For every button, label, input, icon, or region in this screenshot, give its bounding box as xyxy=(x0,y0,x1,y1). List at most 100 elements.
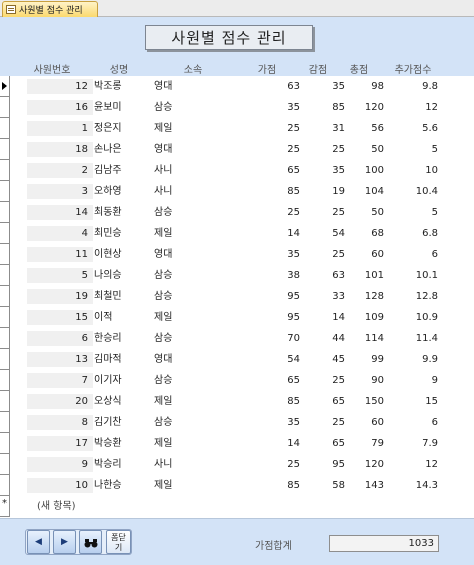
plus-points-cell[interactable]: 25 xyxy=(252,202,300,223)
extra-points-cell[interactable]: 5.6 xyxy=(384,118,438,139)
extra-points-cell[interactable]: 10.1 xyxy=(384,265,438,286)
name-cell[interactable]: 이기자 xyxy=(94,370,122,391)
next-record-button[interactable]: ▶ xyxy=(53,530,76,554)
department-cell[interactable]: 삼승 xyxy=(154,97,172,118)
employee-id-cell[interactable]: 18 xyxy=(27,142,93,157)
plus-points-cell[interactable]: 25 xyxy=(252,139,300,160)
total-cell[interactable]: 150 xyxy=(346,391,384,412)
record-selector[interactable] xyxy=(0,181,10,202)
name-cell[interactable]: 김마적 xyxy=(94,349,122,370)
minus-points-cell[interactable]: 65 xyxy=(303,391,345,412)
table-row[interactable]: 2 김남주 사니 65 35 100 10 xyxy=(10,160,474,181)
find-record-button[interactable] xyxy=(79,530,102,554)
record-selector[interactable] xyxy=(0,286,10,307)
employee-id-cell[interactable]: 12 xyxy=(27,79,93,94)
department-cell[interactable]: 제일 xyxy=(154,307,172,328)
plus-points-cell[interactable]: 14 xyxy=(252,433,300,454)
name-cell[interactable]: 박승환 xyxy=(94,433,122,454)
department-cell[interactable]: 삼승 xyxy=(154,265,172,286)
minus-points-cell[interactable]: 25 xyxy=(303,370,345,391)
current-record-selector[interactable] xyxy=(0,76,10,97)
extra-points-cell[interactable]: 9 xyxy=(384,370,438,391)
name-cell[interactable]: 오하영 xyxy=(94,181,122,202)
employee-id-cell[interactable]: 11 xyxy=(27,247,93,262)
employee-id-cell[interactable]: 10 xyxy=(27,478,93,493)
table-row[interactable]: 9 박승리 사니 25 95 120 12 xyxy=(10,454,474,475)
department-cell[interactable]: 사니 xyxy=(154,454,172,475)
department-cell[interactable]: 영대 xyxy=(154,76,172,97)
table-row[interactable]: 12 박조롱 영대 63 35 98 9.8 xyxy=(10,76,474,97)
minus-points-cell[interactable]: 85 xyxy=(303,97,345,118)
table-row[interactable]: 20 오상식 제일 85 65 150 15 xyxy=(10,391,474,412)
record-selector[interactable] xyxy=(0,328,10,349)
name-cell[interactable]: 손나은 xyxy=(94,139,122,160)
plus-points-cell[interactable]: 14 xyxy=(252,223,300,244)
total-cell[interactable]: 50 xyxy=(346,202,384,223)
plus-points-cell[interactable]: 25 xyxy=(252,454,300,475)
extra-points-cell[interactable]: 5 xyxy=(384,139,438,160)
employee-id-cell[interactable]: 2 xyxy=(27,163,93,178)
department-cell[interactable]: 제일 xyxy=(154,223,172,244)
minus-points-cell[interactable]: 31 xyxy=(303,118,345,139)
minus-points-cell[interactable]: 19 xyxy=(303,181,345,202)
plus-points-cell[interactable]: 35 xyxy=(252,97,300,118)
extra-points-cell[interactable]: 10.4 xyxy=(384,181,438,202)
total-cell[interactable]: 60 xyxy=(346,244,384,265)
table-row[interactable]: 18 손나은 영대 25 25 50 5 xyxy=(10,139,474,160)
department-cell[interactable]: 제일 xyxy=(154,391,172,412)
minus-points-cell[interactable]: 35 xyxy=(303,160,345,181)
department-cell[interactable]: 영대 xyxy=(154,349,172,370)
name-cell[interactable]: 한승리 xyxy=(94,328,122,349)
employee-id-cell[interactable]: 14 xyxy=(27,205,93,220)
tab-score-management[interactable]: 사원별 점수 관리 xyxy=(2,1,98,17)
total-cell[interactable]: 56 xyxy=(346,118,384,139)
plus-points-cell[interactable]: 70 xyxy=(252,328,300,349)
plus-points-cell[interactable]: 65 xyxy=(252,160,300,181)
record-selector[interactable] xyxy=(0,244,10,265)
plus-points-cell[interactable]: 95 xyxy=(252,286,300,307)
total-cell[interactable]: 128 xyxy=(346,286,384,307)
employee-id-cell[interactable]: 9 xyxy=(27,457,93,472)
record-selector[interactable] xyxy=(0,265,10,286)
new-record-row[interactable]: (새 항목) xyxy=(10,496,76,517)
extra-points-cell[interactable]: 15 xyxy=(384,391,438,412)
extra-points-cell[interactable]: 5 xyxy=(384,202,438,223)
name-cell[interactable]: 나한승 xyxy=(94,475,122,496)
minus-points-cell[interactable]: 63 xyxy=(303,265,345,286)
minus-points-cell[interactable]: 54 xyxy=(303,223,345,244)
plus-points-cell[interactable]: 35 xyxy=(252,244,300,265)
total-cell[interactable]: 60 xyxy=(346,412,384,433)
record-selector[interactable] xyxy=(0,391,10,412)
department-cell[interactable]: 제일 xyxy=(154,118,172,139)
plus-points-cell[interactable]: 65 xyxy=(252,370,300,391)
table-row[interactable]: 7 이기자 삼승 65 25 90 9 xyxy=(10,370,474,391)
department-cell[interactable]: 삼승 xyxy=(154,286,172,307)
plus-points-cell[interactable]: 85 xyxy=(252,475,300,496)
minus-points-cell[interactable]: 25 xyxy=(303,412,345,433)
employee-id-cell[interactable]: 7 xyxy=(27,373,93,388)
minus-points-cell[interactable]: 33 xyxy=(303,286,345,307)
name-cell[interactable]: 김남주 xyxy=(94,160,122,181)
department-cell[interactable]: 사니 xyxy=(154,160,172,181)
new-record-selector[interactable] xyxy=(0,496,10,517)
department-cell[interactable]: 삼승 xyxy=(154,202,172,223)
name-cell[interactable]: 최민승 xyxy=(94,223,122,244)
minus-points-cell[interactable]: 35 xyxy=(303,76,345,97)
employee-id-cell[interactable]: 13 xyxy=(27,352,93,367)
table-row[interactable]: 16 윤보미 삼승 35 85 120 12 xyxy=(10,97,474,118)
department-cell[interactable]: 삼승 xyxy=(154,370,172,391)
table-row[interactable]: 13 김마적 영대 54 45 99 9.9 xyxy=(10,349,474,370)
record-selector[interactable] xyxy=(0,118,10,139)
total-cell[interactable]: 143 xyxy=(346,475,384,496)
employee-id-cell[interactable]: 5 xyxy=(27,268,93,283)
table-row[interactable]: 5 나의승 삼승 38 63 101 10.1 xyxy=(10,265,474,286)
department-cell[interactable]: 사니 xyxy=(154,181,172,202)
extra-points-cell[interactable]: 10 xyxy=(384,160,438,181)
extra-points-cell[interactable]: 6.8 xyxy=(384,223,438,244)
record-selector[interactable] xyxy=(0,223,10,244)
plus-points-cell[interactable]: 85 xyxy=(252,181,300,202)
department-cell[interactable]: 제일 xyxy=(154,433,172,454)
employee-id-cell[interactable]: 4 xyxy=(27,226,93,241)
department-cell[interactable]: 삼승 xyxy=(154,328,172,349)
plus-points-sum-field[interactable]: 1033 xyxy=(329,535,439,552)
